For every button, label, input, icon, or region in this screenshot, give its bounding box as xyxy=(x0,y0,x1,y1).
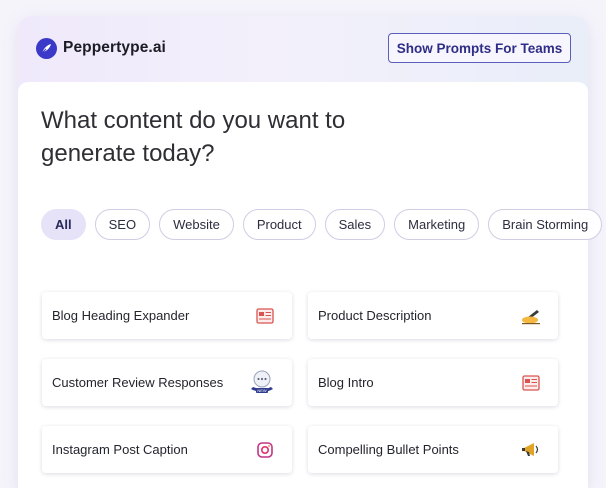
filter-chip-marketing[interactable]: Marketing xyxy=(394,209,480,240)
feather-logo-icon xyxy=(36,37,57,59)
filter-chip-all[interactable]: All xyxy=(41,209,86,240)
prompt-card-blog-intro[interactable]: Blog Intro xyxy=(308,359,558,406)
prompt-card-label: Compelling Bullet Points xyxy=(318,442,459,457)
brand-name: Peppertype.ai xyxy=(63,39,166,56)
prompt-card-blog-heading-expander[interactable]: Blog Heading Expander xyxy=(42,292,292,339)
filter-chip-product[interactable]: Product xyxy=(242,209,316,240)
article-icon xyxy=(254,305,276,327)
prompt-card-label: Blog Intro xyxy=(318,375,374,390)
prompt-card-label: Instagram Post Caption xyxy=(52,442,188,457)
prompt-card-label: Customer Review Responses xyxy=(52,375,224,390)
prompt-card-compelling-bullet-points[interactable]: Compelling Bullet Points xyxy=(308,426,558,473)
prompt-card-label: Product Description xyxy=(318,308,432,323)
new-badge: NEW xyxy=(257,388,267,393)
show-prompts-for-teams-button[interactable]: Show Prompts For Teams xyxy=(388,33,571,63)
prompt-card-customer-review-responses[interactable]: Customer Review Responses NEW xyxy=(42,359,292,406)
header: Peppertype.ai Show Prompts For Teams xyxy=(18,16,588,80)
writing-hand-icon xyxy=(520,305,542,327)
page-title: What content do you want to generate tod… xyxy=(41,107,346,167)
filter-chip-seo[interactable]: SEO xyxy=(94,209,151,240)
prompt-card-instagram-post-caption[interactable]: Instagram Post Caption xyxy=(42,426,292,473)
prompt-card-product-description[interactable]: Product Description xyxy=(308,292,558,339)
filter-chip-sales[interactable]: Sales xyxy=(324,209,386,240)
prompt-card-label: Blog Heading Expander xyxy=(52,308,190,323)
instagram-icon xyxy=(254,439,276,461)
category-filter-bar: All SEO Website Product Sales Marketing … xyxy=(41,209,603,240)
article-icon xyxy=(520,372,542,394)
brand[interactable]: Peppertype.ai xyxy=(36,37,166,59)
chat-bubble-new-icon: NEW xyxy=(248,370,276,394)
main-panel: What content do you want to generate tod… xyxy=(18,82,603,488)
megaphone-icon xyxy=(520,439,542,461)
filter-chip-website[interactable]: Website xyxy=(159,209,234,240)
filter-chip-brain-storming[interactable]: Brain Storming xyxy=(488,209,603,240)
